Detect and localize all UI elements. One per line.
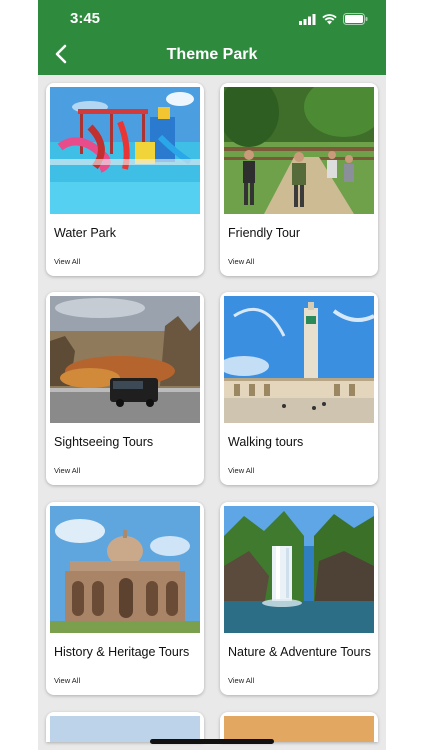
page-title: Theme Park [166, 46, 258, 63]
phone-screen: 3:45 Theme Park Water Park View All Frie… [38, 0, 386, 750]
nature-adventure-tours-image [224, 506, 374, 633]
status-time: 3:45 [70, 10, 101, 27]
category-card-friendly-tour[interactable]: Friendly Tour View All [220, 83, 378, 276]
home-indicator [150, 739, 274, 744]
walking-tours-image [224, 296, 374, 423]
card-title: Friendly Tour [228, 226, 301, 240]
friendly-tour-image [224, 87, 374, 214]
wifi-icon [322, 12, 337, 30]
category-card-sightseeing-tours[interactable]: Sightseeing Tours View All [46, 292, 204, 485]
card-title: Water Park [54, 226, 117, 240]
view-all-link[interactable]: View All [54, 676, 80, 685]
view-all-link[interactable]: View All [228, 257, 254, 266]
card-title: History & Heritage Tours [54, 645, 190, 659]
history-heritage-tours-image [50, 506, 200, 633]
view-all-link[interactable]: View All [54, 257, 80, 266]
status-icons [299, 12, 368, 30]
view-all-link[interactable]: View All [228, 676, 254, 685]
water-park-image [50, 87, 200, 214]
sightseeing-tours-image [50, 296, 200, 423]
category-card-partial[interactable] [46, 712, 204, 742]
card-title: Sightseeing Tours [54, 435, 154, 449]
category-card-history-heritage-tours[interactable]: History & Heritage Tours View All [46, 502, 204, 695]
signal-icon [299, 12, 316, 30]
app-header: 3:45 Theme Park [38, 0, 386, 75]
category-grid: Water Park View All Friendly Tour View A… [38, 75, 386, 750]
category-card-nature-adventure-tours[interactable]: Nature & Adventure Tours View All [220, 502, 378, 695]
card-title: Walking tours [228, 435, 304, 449]
view-all-link[interactable]: View All [228, 466, 254, 475]
category-card-walking-tours[interactable]: Walking tours View All [220, 292, 378, 485]
category-card-water-park[interactable]: Water Park View All [46, 83, 204, 276]
battery-icon [343, 12, 368, 30]
category-card-partial[interactable] [220, 712, 378, 742]
view-all-link[interactable]: View All [54, 466, 80, 475]
card-title: Nature & Adventure Tours [228, 645, 371, 659]
